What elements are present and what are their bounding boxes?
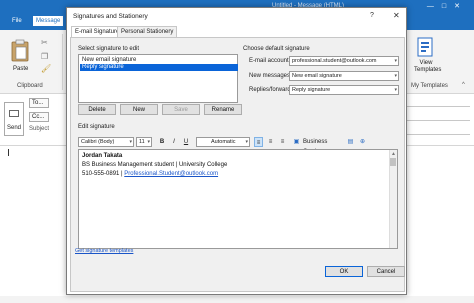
scroll-up-icon[interactable]: ▲ (391, 151, 396, 157)
font-size-select[interactable]: 11 ▾ (136, 137, 152, 147)
align-right-icon[interactable]: ≡ (278, 137, 287, 147)
new-messages-select[interactable]: New email signature ▾ (289, 71, 399, 81)
cancel-button[interactable]: Cancel (367, 266, 405, 277)
send-label: Send (7, 125, 22, 131)
italic-button[interactable]: I (170, 137, 178, 147)
signature-phone: 510-555-0891 | (82, 171, 125, 177)
collapse-ribbon-icon[interactable]: ^ (462, 82, 465, 88)
business-card-icon[interactable]: ▣ (292, 137, 301, 147)
email-account-label: E-mail account: (249, 58, 291, 64)
subject-field[interactable] (404, 134, 470, 135)
message-body-cursor[interactable] (8, 149, 9, 156)
get-templates-link[interactable]: Get signature templates (75, 248, 133, 254)
tab-file[interactable]: File (12, 18, 22, 24)
replies-forwards-select[interactable]: Reply signature ▾ (289, 85, 399, 95)
to-button[interactable]: To... (29, 98, 49, 108)
underline-button[interactable]: U (182, 137, 190, 147)
chevron-down-icon: ▾ (394, 87, 397, 93)
new-messages-label: New messages: (249, 73, 292, 79)
ok-button[interactable]: OK (325, 266, 363, 277)
list-item[interactable]: New email signature (80, 57, 238, 64)
edit-signature-label: Edit signature (78, 124, 115, 130)
my-templates-group-label: My Templates (411, 83, 448, 89)
signatures-dialog: Signatures and Stationery ? ✕ E-mail Sig… (66, 7, 407, 295)
select-signature-label: Select signature to edit (78, 46, 140, 52)
chevron-down-icon: ▾ (129, 139, 132, 145)
editor-scrollbar[interactable]: ▲ (389, 150, 397, 248)
view-templates-label[interactable]: View Templates (414, 60, 441, 74)
font-value: Calibri (Body) (81, 139, 115, 145)
chevron-down-icon: ▾ (394, 58, 397, 64)
email-account-select[interactable]: professional.student@outlook.com ▾ (289, 56, 399, 66)
rename-button[interactable]: Rename (204, 104, 242, 115)
help-icon[interactable]: ? (370, 12, 374, 19)
list-item-selected[interactable]: Reply signature (80, 64, 238, 71)
replies-forwards-value: Reply signature (292, 87, 331, 93)
paste-label[interactable]: Paste (13, 66, 28, 72)
tab-personal-stationery[interactable]: Personal Stationery (117, 26, 178, 37)
dialog-title: Signatures and Stationery (73, 13, 148, 20)
chevron-down-icon: ▾ (394, 73, 397, 79)
cc-field[interactable] (404, 120, 470, 121)
status-bar (0, 296, 474, 303)
signature-list[interactable]: New email signature Reply signature (78, 54, 238, 103)
format-painter-icon[interactable]: 🖌 (41, 64, 51, 73)
to-field[interactable] (404, 106, 470, 107)
bold-button[interactable]: B (158, 137, 166, 147)
close-icon[interactable]: ✕ (393, 11, 400, 20)
chevron-down-icon: ▾ (147, 139, 150, 145)
signature-name: Jordan Takata (82, 153, 123, 159)
cc-button[interactable]: Cc... (29, 112, 49, 122)
save-button[interactable]: Save (162, 104, 200, 115)
send-envelope-icon (9, 110, 19, 117)
font-color-value: Automatic (211, 139, 236, 145)
cut-icon[interactable]: ✂ (41, 38, 48, 47)
email-account-value: professional.student@outlook.com (292, 58, 377, 64)
font-color-select[interactable]: Automatic ▾ (196, 137, 250, 147)
delete-button[interactable]: Delete (78, 104, 116, 115)
insert-picture-icon[interactable]: ▤ (346, 137, 355, 147)
new-button[interactable]: New (120, 104, 158, 115)
chevron-down-icon: ▾ (245, 139, 248, 145)
font-size-value: 11 (139, 139, 145, 145)
ribbon-divider (62, 34, 63, 90)
clipboard-group-label: Clipboard (17, 83, 43, 89)
format-toolbar: Calibri (Body) ▾ 11 ▾ B I U Automatic ▾ … (78, 136, 398, 155)
scroll-thumb[interactable] (390, 158, 396, 166)
signature-editor[interactable]: Jordan Takata BS Business Management stu… (78, 149, 398, 249)
signature-contact-line: 510-555-0891 | Professional.Student@outl… (82, 171, 218, 177)
send-button[interactable]: Send (4, 102, 24, 136)
default-signature-heading: Choose default signature (243, 46, 310, 52)
align-left-icon[interactable]: ≡ (254, 137, 263, 147)
font-select[interactable]: Calibri (Body) ▾ (78, 137, 134, 147)
view-templates-icon[interactable] (416, 36, 436, 60)
copy-icon[interactable]: ❐ (41, 52, 48, 61)
paste-icon[interactable] (10, 39, 30, 63)
new-messages-value: New email signature (292, 73, 342, 79)
window-controls[interactable]: —□✕ (427, 2, 468, 10)
align-center-icon[interactable]: ≡ (266, 137, 275, 147)
signature-email-link[interactable]: Professional.Student@outlook.com (124, 171, 218, 177)
business-card-button[interactable]: Business Card (303, 137, 341, 155)
insert-hyperlink-icon[interactable]: ⊕ (358, 137, 367, 147)
tab-message[interactable]: Message (33, 16, 64, 26)
signature-title-line: BS Business Management student | Univers… (82, 162, 228, 168)
subject-label: Subject (29, 126, 50, 132)
